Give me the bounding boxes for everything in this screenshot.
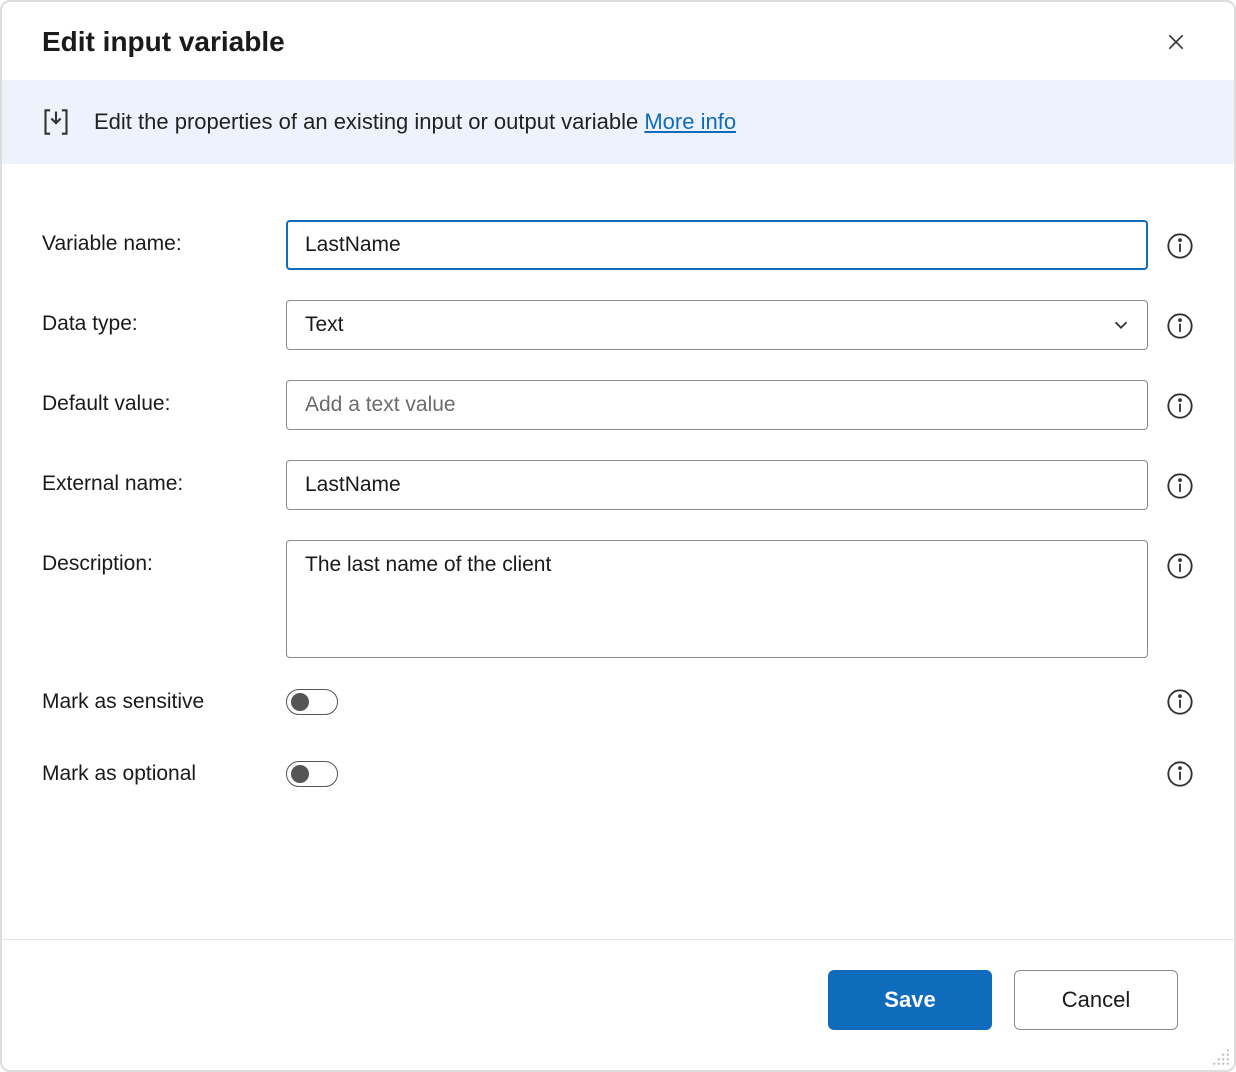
mark-optional-toggle[interactable] <box>286 761 338 787</box>
dialog-title: Edit input variable <box>42 26 285 58</box>
close-button[interactable] <box>1158 24 1194 60</box>
info-icon[interactable] <box>1166 472 1194 500</box>
row-mark-optional: Mark as optional <box>42 760 1194 788</box>
cancel-button[interactable]: Cancel <box>1014 970 1178 1030</box>
variable-name-input[interactable] <box>286 220 1148 270</box>
info-icon[interactable] <box>1166 688 1194 716</box>
label-mark-sensitive: Mark as sensitive <box>42 690 286 714</box>
info-icon[interactable] <box>1166 392 1194 420</box>
info-icon[interactable] <box>1166 312 1194 340</box>
row-description: Description: The last name of the client <box>42 540 1194 658</box>
save-button[interactable]: Save <box>828 970 992 1030</box>
row-data-type: Data type: Text <box>42 300 1194 350</box>
banner-message: Edit the properties of an existing input… <box>94 109 644 134</box>
row-external-name: External name: <box>42 460 1194 510</box>
edit-variable-dialog: Edit input variable Edit the properties … <box>0 0 1236 1072</box>
mark-sensitive-toggle[interactable] <box>286 689 338 715</box>
label-mark-optional: Mark as optional <box>42 762 286 786</box>
info-icon[interactable] <box>1166 232 1194 260</box>
close-icon <box>1166 32 1186 52</box>
form-body: Variable name: Data type: Text Default v… <box>2 164 1234 939</box>
row-variable-name: Variable name: <box>42 220 1194 270</box>
resize-grip-icon[interactable] <box>1212 1048 1230 1066</box>
variable-import-icon <box>42 108 70 136</box>
row-mark-sensitive: Mark as sensitive <box>42 688 1194 716</box>
label-external-name: External name: <box>42 460 286 496</box>
default-value-input[interactable] <box>286 380 1148 430</box>
description-textarea[interactable]: The last name of the client <box>286 540 1148 658</box>
external-name-input[interactable] <box>286 460 1148 510</box>
label-variable-name: Variable name: <box>42 220 286 256</box>
more-info-link[interactable]: More info <box>644 109 736 134</box>
dialog-header: Edit input variable <box>2 2 1234 80</box>
info-icon[interactable] <box>1166 552 1194 580</box>
info-icon[interactable] <box>1166 760 1194 788</box>
dialog-footer: Save Cancel <box>2 939 1234 1070</box>
data-type-select[interactable]: Text <box>286 300 1148 350</box>
label-data-type: Data type: <box>42 300 286 336</box>
row-default-value: Default value: <box>42 380 1194 430</box>
toggle-knob <box>291 693 309 711</box>
label-description: Description: <box>42 540 286 576</box>
info-banner: Edit the properties of an existing input… <box>2 80 1234 164</box>
toggle-knob <box>291 765 309 783</box>
banner-text: Edit the properties of an existing input… <box>94 109 736 135</box>
label-default-value: Default value: <box>42 380 286 416</box>
